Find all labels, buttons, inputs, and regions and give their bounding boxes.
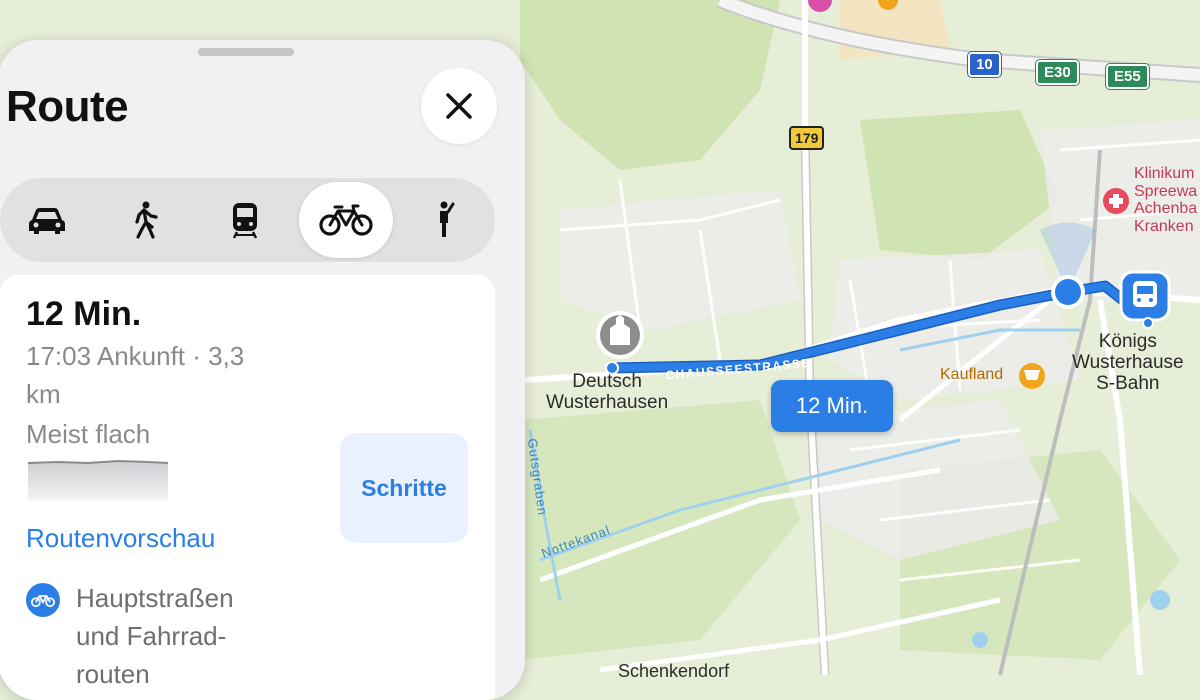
ride-icon	[440, 201, 455, 237]
transport-mode-selector	[0, 178, 495, 262]
mode-bike-button[interactable]	[299, 182, 393, 258]
route-option-card[interactable]: 12 Min. 17:03 Ankunft · 3,3 km Meist fla…	[0, 275, 495, 700]
highway-shield-10: 10	[968, 52, 1001, 77]
route-note-line1: Hauptstraßen	[76, 583, 234, 613]
mode-car-button[interactable]	[2, 182, 92, 258]
route-terrain: Meist flach	[26, 419, 151, 449]
kaufland-label: Kaufland	[940, 366, 1004, 383]
eta-bubble[interactable]: 12 Min.	[771, 380, 893, 432]
panel-title: Route	[6, 82, 129, 131]
bike-route-type-icon	[26, 583, 60, 617]
route-arrival-distance: 17:03 Ankunft · 3,3	[26, 341, 245, 371]
kaufland-pin[interactable]	[1019, 363, 1045, 389]
steps-button[interactable]: Schritte	[340, 433, 468, 543]
bike-icon	[319, 204, 373, 236]
close-icon	[446, 93, 472, 119]
place-label-end: Königs Wusterhause S-Bahn	[1072, 331, 1184, 394]
mode-walk-button[interactable]	[100, 182, 190, 258]
walk-icon	[135, 201, 158, 239]
route-duration: 12 Min.	[26, 295, 142, 333]
mode-ride-button[interactable]	[400, 182, 490, 258]
bike-small-icon	[31, 595, 55, 608]
road-shield-179: 179	[789, 126, 825, 150]
panel-grabber[interactable]	[198, 48, 294, 56]
route-note-line2: und Fahrrad-	[76, 621, 227, 651]
train-station-pin[interactable]	[1119, 270, 1171, 329]
close-button[interactable]	[421, 68, 497, 144]
elevation-profile	[28, 459, 168, 501]
highway-shield-e30: E30	[1036, 60, 1079, 85]
mode-transit-button[interactable]	[200, 182, 290, 258]
car-icon	[29, 208, 65, 234]
highway-shield-e55: E55	[1106, 64, 1149, 89]
route-preview-link[interactable]: Routenvorschau	[26, 523, 215, 554]
transit-icon	[232, 203, 258, 239]
route-distance-unit: km	[26, 379, 61, 409]
current-location-marker[interactable]	[1051, 275, 1085, 309]
place-label-start: Deutsch Wusterhausen	[546, 371, 669, 413]
hospital-pin[interactable]	[1103, 188, 1129, 214]
route-panel: Route 12 Min. 17:03 Ankunft · 3,3 km Mei…	[0, 40, 525, 700]
hospital-label: Klinikum Spreewa Achenba Kranken	[1134, 165, 1198, 235]
schenkendorf-label: Schenkendorf	[618, 661, 730, 681]
